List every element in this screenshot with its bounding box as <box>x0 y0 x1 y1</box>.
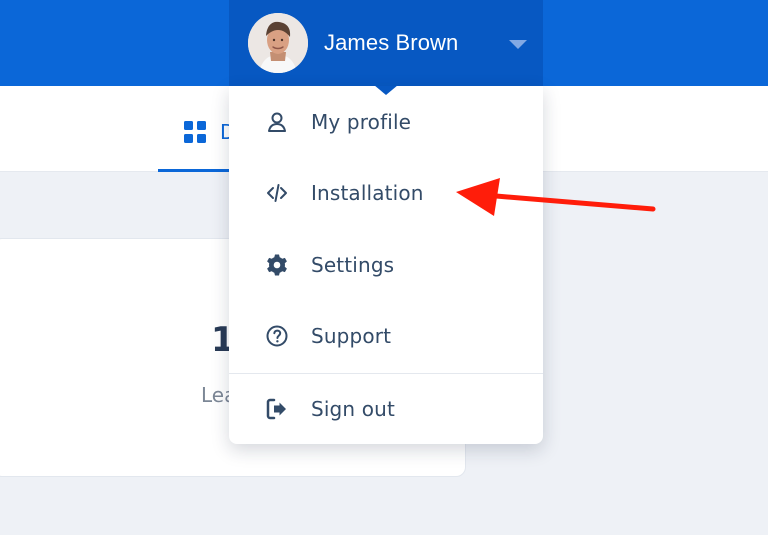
menu-label-installation: Installation <box>311 181 424 205</box>
gear-icon <box>267 254 287 276</box>
chevron-down-icon[interactable] <box>509 40 527 49</box>
menu-label-sign-out: Sign out <box>311 397 395 421</box>
sign-out-icon <box>266 398 286 420</box>
help-circle-icon <box>266 325 288 347</box>
user-avatar-image <box>248 13 308 73</box>
user-dropdown-menu: My profile Installation Settings Support… <box>229 86 543 444</box>
top-header: James Brown <box>0 0 768 86</box>
user-menu-button[interactable]: James Brown <box>229 0 543 86</box>
app-viewport: James Brown D 1 Lea My profile Installat… <box>0 0 768 535</box>
code-icon <box>267 184 287 202</box>
menu-label-support: Support <box>311 324 392 348</box>
menu-item-sign-out[interactable]: Sign out <box>229 374 543 444</box>
menu-item-support[interactable]: Support <box>229 300 543 370</box>
grid-icon <box>184 121 206 143</box>
user-avatar[interactable] <box>248 13 308 73</box>
menu-label-settings: Settings <box>311 253 395 277</box>
user-icon <box>268 112 286 132</box>
menu-item-settings[interactable]: Settings <box>229 229 543 299</box>
annotation-arrow-icon <box>456 178 656 216</box>
menu-item-my-profile[interactable]: My profile <box>229 86 543 156</box>
user-name[interactable]: James Brown <box>324 30 458 56</box>
menu-label-my-profile: My profile <box>311 110 412 134</box>
